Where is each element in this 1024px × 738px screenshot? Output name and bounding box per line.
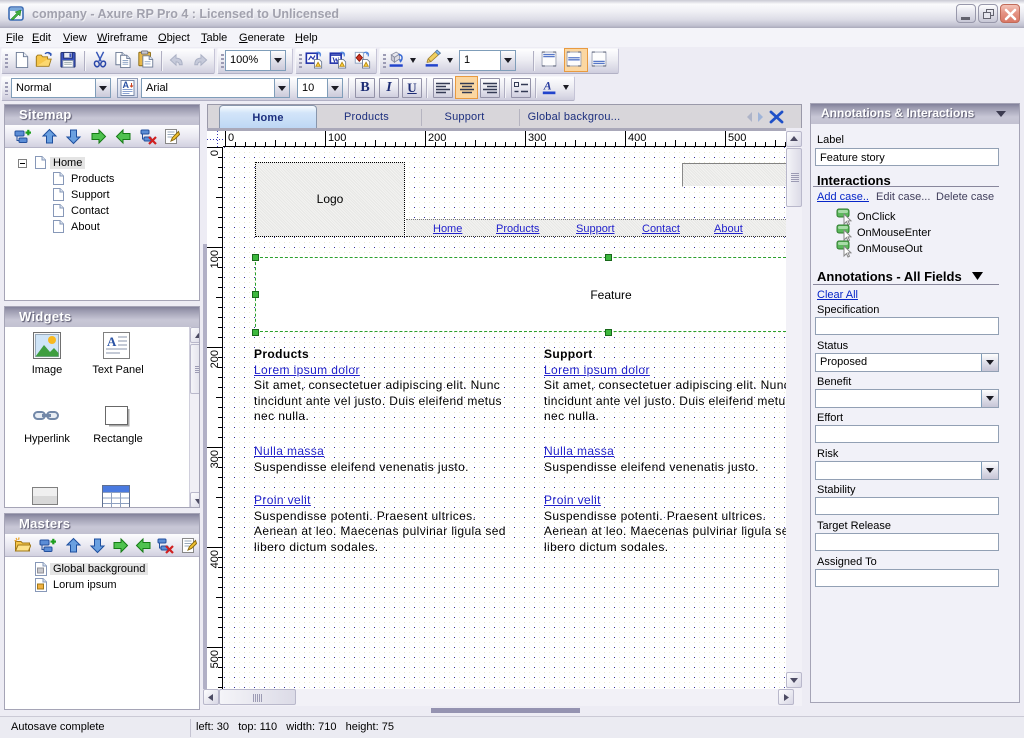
svg-text:300: 300: [528, 132, 546, 144]
svg-text:0: 0: [228, 132, 234, 144]
svg-text:500: 500: [209, 650, 221, 668]
svg-text:200: 200: [428, 132, 446, 144]
svg-text:400: 400: [628, 132, 646, 144]
svg-text:100: 100: [328, 132, 346, 144]
svg-text:A: A: [123, 80, 130, 90]
svg-text:A: A: [543, 80, 552, 93]
svg-text:A: A: [107, 334, 117, 349]
svg-text:0: 0: [209, 150, 221, 156]
svg-text:500: 500: [728, 132, 746, 144]
svg-text:300: 300: [209, 450, 221, 468]
svg-text:100: 100: [209, 250, 221, 268]
svg-text:200: 200: [209, 350, 221, 368]
svg-text:400: 400: [209, 550, 221, 568]
